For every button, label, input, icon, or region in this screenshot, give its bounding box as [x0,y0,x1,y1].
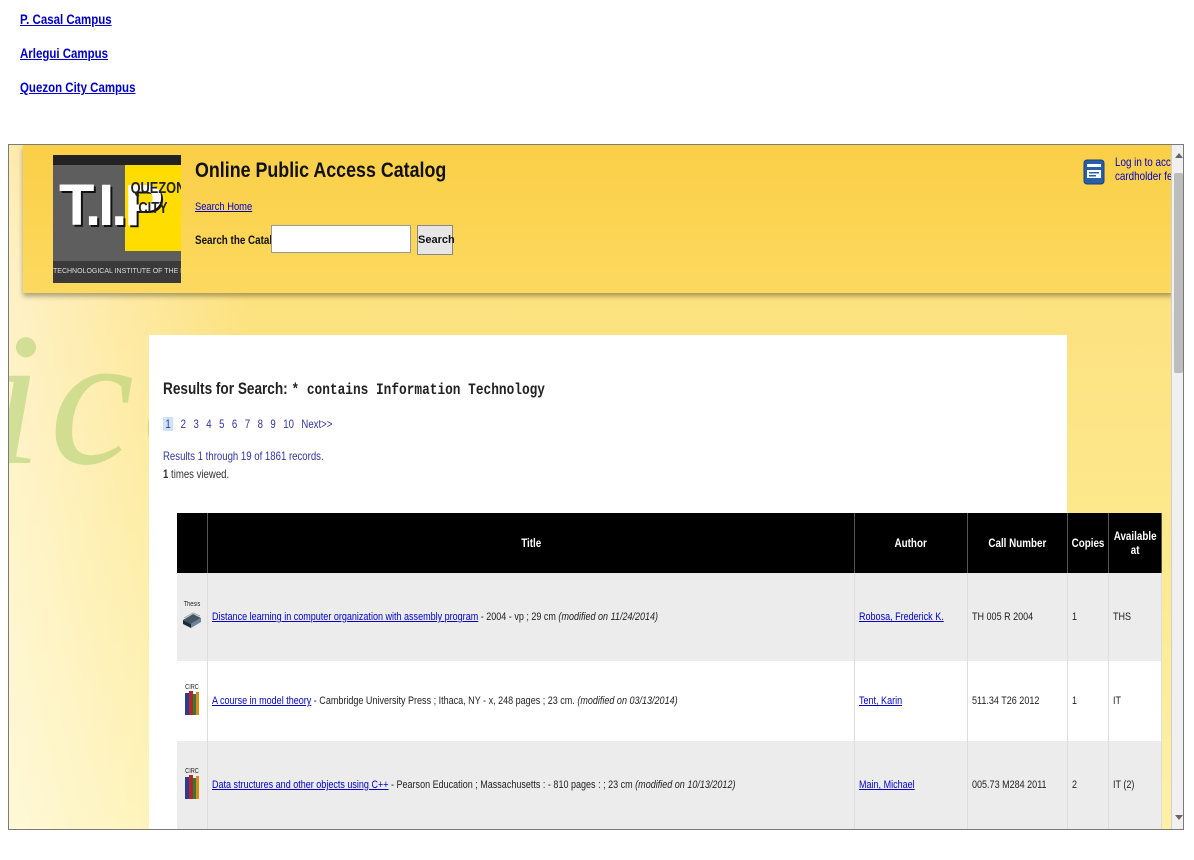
page-link-5[interactable]: 5 [219,417,224,431]
records-info: Results 1 through 19 of 1861 records. [163,449,324,463]
results-table: Title Author Call Number Copies Availabl… [177,513,1162,829]
col-header-author[interactable]: Author [854,513,968,573]
author-link[interactable]: Tent, Karin [859,695,902,707]
pagination: 1 2 3 4 5 6 7 8 9 10 Next>> [163,417,337,431]
logo-institute-name: TECHNOLOGICAL INSTITUTE OF THE PHILIPPIN… [53,261,181,283]
copies-cell: 1 [1067,661,1109,741]
type-cell: CIRC [177,661,208,741]
thesis-book-icon [183,612,201,628]
author-link[interactable]: Robosa, Frederick K. [859,611,944,623]
item-type-label: CIRC [185,768,199,775]
item-type-label: CIRC [185,684,199,691]
logo-city: QUEZON CITY [130,180,181,217]
page-link-9[interactable]: 9 [270,417,275,431]
page-link-10[interactable]: 10 [283,417,294,431]
catalog-header: T.I.P QUEZON CITY TECHNOLOGICAL INSTITUT… [23,145,1183,293]
call-number-cell: TH 005 R 2004 [967,573,1068,661]
table-header-row: Title Author Call Number Copies Availabl… [177,513,1162,573]
page-link-6[interactable]: 6 [232,417,237,431]
page-link-2[interactable]: 2 [181,417,186,431]
scroll-thumb[interactable] [1174,173,1183,373]
times-viewed: 1 times viewed. [163,467,229,481]
type-cell: Thesis [177,573,208,661]
col-header-title[interactable]: Title [207,513,856,573]
title-cell: Distance learning in computer organizati… [207,573,856,661]
books-icon [185,691,199,715]
campus-link-p-casal[interactable]: P. Casal Campus [20,10,135,28]
results-heading-prefix: Results for Search: [163,379,288,398]
page-link-3[interactable]: 3 [193,417,198,431]
results-heading: Results for Search: * contains Informati… [163,379,545,399]
next-page-link[interactable]: Next>> [301,417,332,431]
author-cell: Tent, Karin [854,661,968,741]
title-details: - Pearson Education ; Massachusetts : - … [388,779,636,791]
campus-links: P. Casal Campus Arlegui Campus Quezon Ci… [20,10,161,112]
title-link[interactable]: A course in model theory [212,695,311,707]
author-cell: Robosa, Frederick K. [854,573,968,661]
results-query: * contains Information Technology [291,381,545,399]
author-cell: Main, Michael [854,741,968,829]
modified-date: (modified on 11/24/2014) [558,611,659,623]
col-header-type [177,513,208,573]
books-icon [185,775,199,799]
search-button[interactable]: Search [417,225,455,255]
campus-link-quezon-city[interactable]: Quezon City Campus [20,78,135,96]
page-link-7[interactable]: 7 [245,417,250,431]
search-input[interactable] [271,225,411,253]
col-header-copies[interactable]: Copies [1067,513,1109,573]
modified-date: (modified on 10/13/2012) [635,779,736,791]
page-link-1[interactable]: 1 [163,417,174,431]
call-number-cell: 511.34 T26 2012 [967,661,1068,741]
table-row: Thesis Distance learning in computer org… [177,573,1162,661]
col-header-available[interactable]: Available at [1108,513,1162,573]
title-link[interactable]: Data structures and other objects using … [212,779,388,791]
page-link-4[interactable]: 4 [206,417,211,431]
card-icon[interactable] [1083,159,1105,185]
table-row: CIRC A course in model theory - Cambridg… [177,661,1162,741]
page-link-8[interactable]: 8 [258,417,263,431]
scroll-down-arrow-icon[interactable] [1175,815,1183,820]
table-row: CIRC Data structures and other objects u… [177,741,1162,829]
copies-cell: 1 [1067,573,1109,661]
title-cell: A course in model theory - Cambridge Uni… [207,661,856,741]
copies-cell: 2 [1067,741,1109,829]
times-viewed-label: times viewed. [171,467,230,481]
vertical-scrollbar[interactable] [1171,145,1183,829]
tip-logo: T.I.P QUEZON CITY TECHNOLOGICAL INSTITUT… [53,155,181,283]
times-viewed-count: 1 [163,467,169,481]
results-panel: Results for Search: * contains Informati… [149,335,1162,829]
title-details: - Cambridge University Press ; Ithaca, N… [311,695,578,707]
col-header-call-number[interactable]: Call Number [967,513,1068,573]
catalog-frame: T.I.P QUEZON CITY TECHNOLOGICAL INSTITUT… [8,144,1184,830]
title-cell: Data structures and other objects using … [207,741,856,829]
page-title: Online Public Access Catalog [195,159,447,182]
author-link[interactable]: Main, Michael [859,779,915,791]
campus-link-arlegui[interactable]: Arlegui Campus [20,44,135,62]
available-cell: IT (2) [1108,741,1162,829]
logo-top-bar [53,155,181,165]
available-cell: IT [1108,661,1162,741]
type-cell: CIRC [177,741,208,829]
available-cell: THS [1108,573,1162,661]
item-type-label: Thesis [183,601,201,608]
scroll-up-arrow-icon[interactable] [1175,153,1183,158]
search-home-link[interactable]: Search Home [195,201,252,213]
title-details: - 2004 - vp ; 29 cm [478,611,559,623]
title-link[interactable]: Distance learning in computer organizati… [212,611,478,623]
modified-date: (modified on 03/13/2014) [577,695,678,707]
call-number-cell: 005.73 M284 2011 [967,741,1068,829]
